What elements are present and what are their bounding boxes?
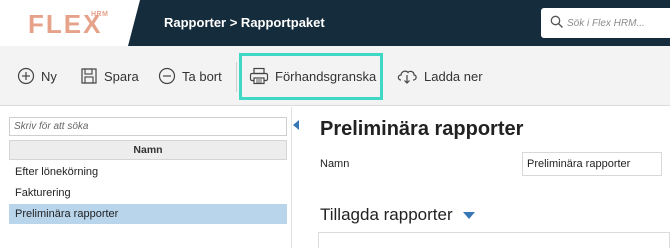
- collapse-panel-icon[interactable]: [293, 120, 299, 130]
- filter-input[interactable]: [9, 117, 287, 136]
- floppy-disk-icon: [81, 68, 97, 84]
- name-label: Namn: [320, 158, 350, 170]
- name-field[interactable]: [522, 152, 662, 176]
- global-search[interactable]: [541, 8, 670, 38]
- page-title: Preliminära rapporter: [320, 118, 524, 140]
- search-input[interactable]: [567, 14, 667, 32]
- minus-circle-icon: [158, 67, 176, 85]
- new-button[interactable]: Ny: [17, 64, 57, 88]
- preview-button-highlight: [239, 53, 383, 100]
- download-label: Ladda ner: [424, 68, 483, 84]
- save-button[interactable]: Spara: [80, 64, 139, 88]
- added-reports-list: [318, 232, 670, 248]
- caret-down-icon[interactable]: [462, 211, 475, 219]
- download-button[interactable]: Ladda ner: [396, 64, 483, 88]
- section-header[interactable]: Tillagda rapporter: [320, 205, 475, 225]
- logo-area: FLEX HRM: [0, 0, 140, 46]
- list-item[interactable]: Fakturering: [9, 183, 287, 203]
- save-label: Spara: [104, 68, 139, 84]
- search-icon: [550, 15, 563, 28]
- new-label: Ny: [41, 68, 57, 84]
- breadcrumb: Rapporter > Rapportpaket: [164, 15, 325, 30]
- cloud-download-icon: [397, 70, 417, 84]
- top-header: FLEX HRM Rapporter > Rapportpaket: [0, 0, 670, 46]
- logo-superscript: HRM: [91, 11, 109, 18]
- plus-circle-icon: [17, 67, 35, 85]
- delete-button[interactable]: Ta bort: [158, 64, 222, 88]
- left-panel: Namn Efter lönekörning Fakturering Preli…: [0, 107, 292, 248]
- column-header-name[interactable]: Namn: [9, 140, 287, 160]
- toolbar-divider: [236, 62, 237, 92]
- toolbar: Ny Spara Ta bort Förhandsgranska Ladda n…: [0, 46, 670, 106]
- list-item-selected[interactable]: Preliminära rapporter: [9, 204, 287, 224]
- delete-label: Ta bort: [182, 68, 222, 84]
- list-item[interactable]: Efter lönekörning: [9, 162, 287, 182]
- section-title: Tillagda rapporter: [320, 205, 453, 224]
